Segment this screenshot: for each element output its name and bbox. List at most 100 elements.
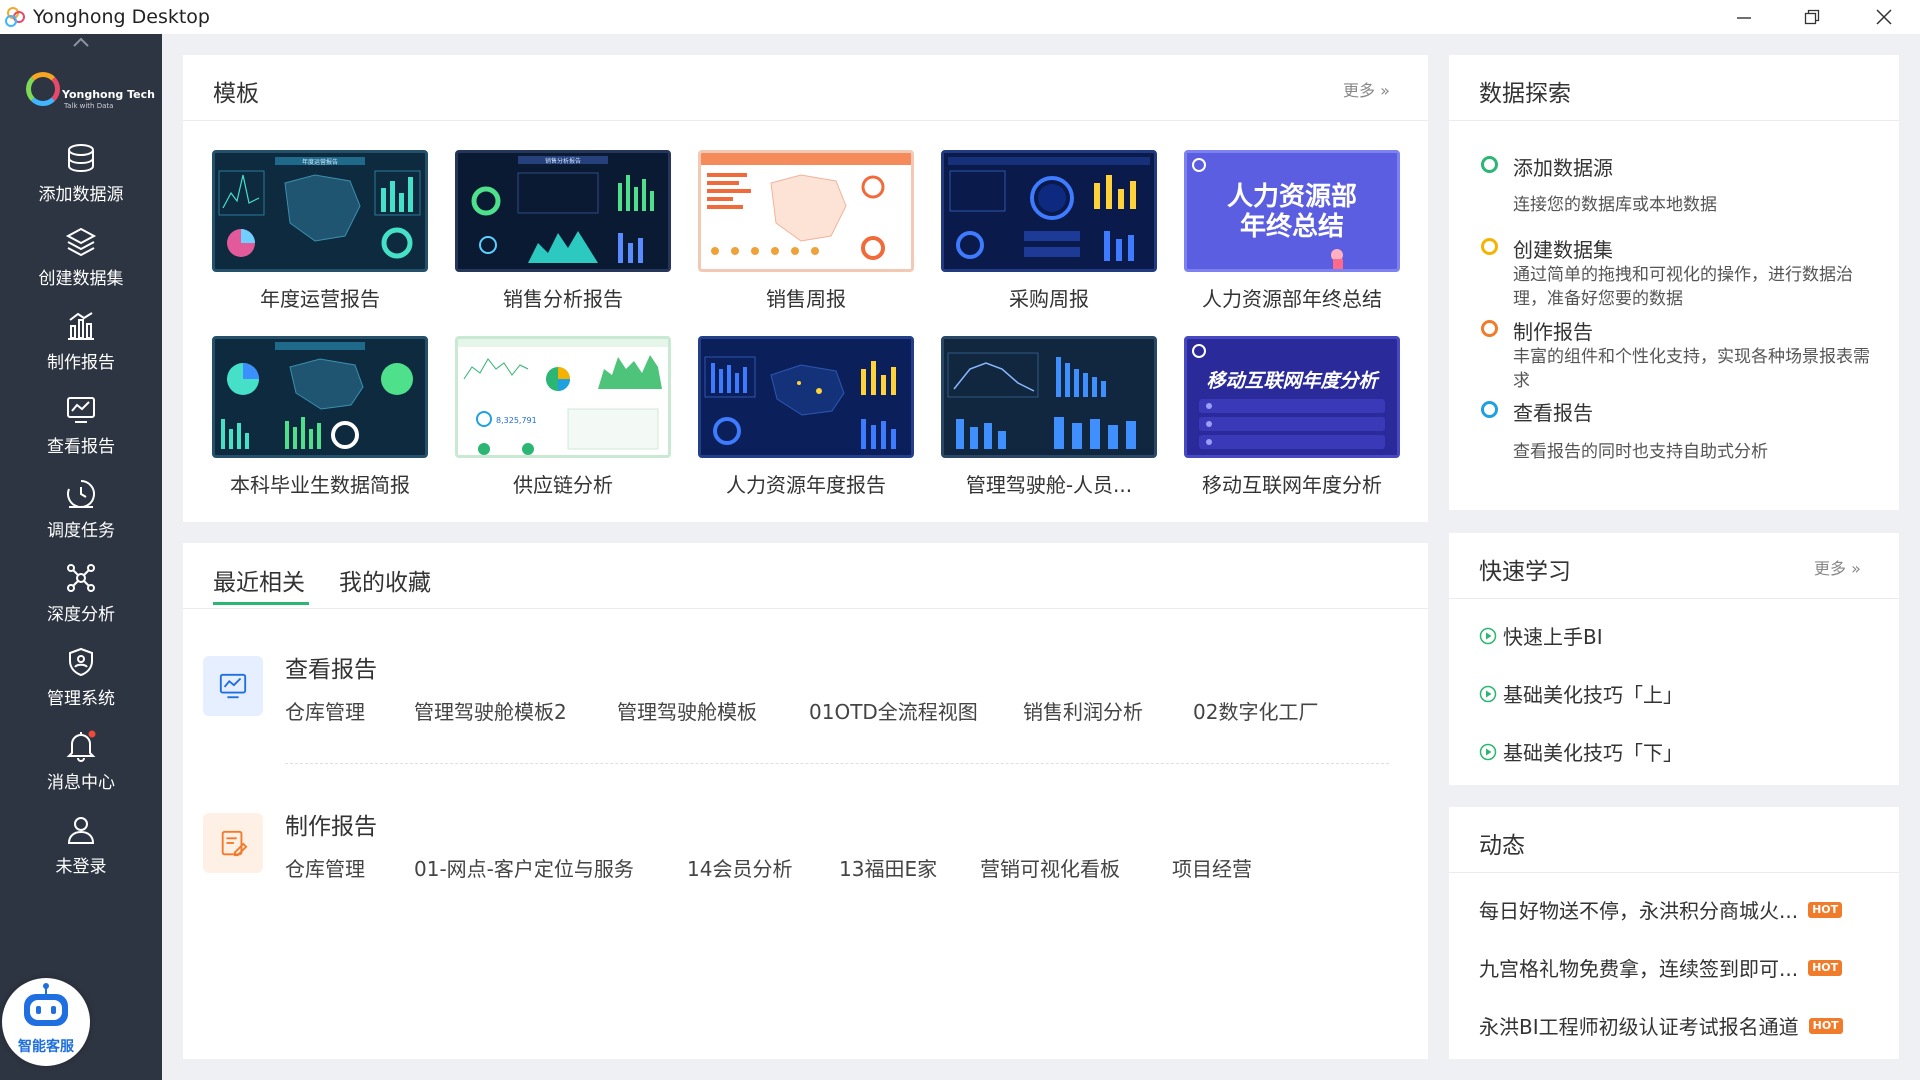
template-thumb-management-cockpit[interactable] bbox=[941, 336, 1157, 458]
sidebar-item-messages[interactable]: 消息中心 bbox=[0, 726, 162, 806]
recent-link[interactable]: 14会员分析 bbox=[687, 853, 792, 882]
template-thumb-weekly-sales[interactable] bbox=[698, 150, 914, 272]
sidebar-item-view-report[interactable]: 查看报告 bbox=[0, 390, 162, 470]
sidebar-item-login[interactable]: 未登录 bbox=[0, 810, 162, 890]
template-thumb-supply-chain[interactable]: 8,325,791 bbox=[455, 336, 671, 458]
sidebar-item-deep-analysis[interactable]: 深度分析 bbox=[0, 558, 162, 638]
sidebar-item-add-datasource[interactable]: 添加数据源 bbox=[0, 138, 162, 218]
learn-item-label: 基础美化技巧「上」 bbox=[1503, 683, 1683, 707]
learn-item[interactable]: 快速上手BI bbox=[1479, 621, 1603, 650]
template-thumb-sales-analysis[interactable]: 销售分析报告 bbox=[455, 150, 671, 272]
sidebar-item-label: 制作报告 bbox=[47, 353, 115, 373]
title-bar: Yonghong Desktop bbox=[0, 0, 1920, 34]
close-button[interactable] bbox=[1856, 0, 1912, 34]
thumb-title: 移动互联网年度分析 bbox=[1206, 370, 1380, 392]
tab-recent[interactable]: 最近相关 bbox=[213, 563, 305, 597]
template-thumb-weekly-purchase[interactable] bbox=[941, 150, 1157, 272]
template-thumb-hr-annual-summary[interactable]: 人力资源部 年终总结 bbox=[1184, 150, 1400, 272]
step-desc: 通过简单的拖拽和可视化的操作，进行数据治理，准备好您要的数据 bbox=[1513, 265, 1853, 309]
recent-link[interactable]: 01-网点-客户定位与服务 bbox=[414, 853, 634, 882]
dashboard-preview-icon bbox=[948, 157, 1150, 261]
recent-link[interactable]: 管理驾驶舱模板 bbox=[617, 696, 757, 725]
close-icon bbox=[1876, 9, 1892, 25]
template-label[interactable]: 本科毕业生数据简报 bbox=[200, 469, 440, 498]
dashboard-preview-icon: 8,325,791 bbox=[458, 339, 668, 455]
template-label[interactable]: 供应链分析 bbox=[443, 469, 683, 498]
sidebar-item-label: 管理系统 bbox=[47, 689, 115, 709]
recent-link[interactable]: 销售利润分析 bbox=[1023, 696, 1143, 725]
view-report-section-icon bbox=[203, 656, 263, 716]
step-title[interactable]: 查看报告 bbox=[1513, 397, 1593, 426]
monitor-chart-icon bbox=[67, 397, 95, 423]
templates-more-link[interactable]: 更多 » bbox=[1343, 77, 1390, 101]
section-title: 查看报告 bbox=[285, 657, 377, 683]
dashboard-preview-icon: 人力资源部 年终总结 bbox=[1192, 158, 1357, 269]
news-item[interactable]: 九宫格礼物免费拿，连续签到即可... HOT bbox=[1479, 953, 1843, 982]
sidebar-item-label: 调度任务 bbox=[47, 521, 115, 541]
dashboard-preview-icon: 移动互联网年度分析 bbox=[1192, 344, 1385, 449]
learn-item[interactable]: 基础美化技巧「下」 bbox=[1479, 737, 1683, 766]
template-label[interactable]: 销售分析报告 bbox=[443, 283, 683, 312]
step-title[interactable]: 添加数据源 bbox=[1513, 152, 1613, 181]
template-thumb-annual-ops[interactable]: 年度运营报告 bbox=[212, 150, 428, 272]
news-panel: 动态 每日好物送不停，永洪积分商城火... HOT 九宫格礼物免费拿，连续签到即… bbox=[1449, 807, 1899, 1059]
sidebar-item-schedule[interactable]: 调度任务 bbox=[0, 474, 162, 554]
recent-link[interactable]: 仓库管理 bbox=[285, 696, 365, 725]
learn-item[interactable]: 基础美化技巧「上」 bbox=[1479, 679, 1683, 708]
sidebar-item-make-report[interactable]: 制作报告 bbox=[0, 306, 162, 386]
news-item[interactable]: 永洪BI工程师初级认证考试报名通道 HOT bbox=[1479, 1011, 1843, 1040]
restore-button[interactable] bbox=[1784, 0, 1840, 34]
hot-badge: HOT bbox=[1808, 901, 1843, 918]
smart-assistant-button[interactable]: 智能客服 bbox=[2, 978, 90, 1066]
sidebar-item-label: 深度分析 bbox=[47, 605, 115, 625]
bar-chart-icon bbox=[68, 312, 94, 340]
chevron-up-icon[interactable] bbox=[72, 36, 90, 48]
learn-more-link[interactable]: 更多 » bbox=[1814, 555, 1861, 579]
template-label[interactable]: 采购周报 bbox=[929, 283, 1169, 312]
brand-logo: Yonghong Tech Talk with Data bbox=[26, 72, 155, 120]
learn-title: 快速学习 bbox=[1479, 559, 1571, 585]
recent-link[interactable]: 项目经营 bbox=[1172, 853, 1252, 882]
template-label[interactable]: 人力资源年度报告 bbox=[686, 469, 926, 498]
recent-link[interactable]: 02数字化工厂 bbox=[1193, 696, 1318, 725]
tab-favorites[interactable]: 我的收藏 bbox=[339, 563, 431, 597]
template-label[interactable]: 销售周报 bbox=[686, 283, 926, 312]
double-chevron-right-icon: » bbox=[1380, 81, 1390, 100]
news-item[interactable]: 每日好物送不停，永洪积分商城火... HOT bbox=[1479, 895, 1843, 924]
recent-link[interactable]: 营销可视化看板 bbox=[980, 853, 1120, 882]
quick-learn-panel: 快速学习 更多 » 快速上手BI 基础美化技巧「上」 基础美化技巧「下」 bbox=[1449, 533, 1899, 785]
brand-name: Yonghong Tech bbox=[62, 88, 155, 101]
template-thumb-hr-annual-report[interactable] bbox=[698, 336, 914, 458]
template-label[interactable]: 移动互联网年度分析 bbox=[1172, 469, 1412, 498]
explore-title: 数据探索 bbox=[1479, 81, 1571, 107]
recent-link[interactable]: 仓库管理 bbox=[285, 853, 365, 882]
recent-panel: 最近相关 我的收藏 查看报告 仓库管理 管理驾驶舱模板2 管理驾驶舱模板 01O… bbox=[183, 543, 1428, 1059]
recent-link[interactable]: 管理驾驶舱模板2 bbox=[414, 696, 567, 725]
brand-ring-icon bbox=[26, 72, 60, 106]
dashboard-preview-icon: 年度运营报告 bbox=[218, 157, 421, 259]
step-desc: 连接您的数据库或本地数据 bbox=[1513, 195, 1717, 215]
thumb-title: 人力资源部 bbox=[1227, 182, 1357, 212]
template-label[interactable]: 年度运营报告 bbox=[200, 283, 440, 312]
template-label[interactable]: 管理驾驶舱-人员... bbox=[929, 469, 1169, 498]
sidebar-item-create-dataset[interactable]: 创建数据集 bbox=[0, 222, 162, 302]
template-thumb-graduate-brief[interactable] bbox=[212, 336, 428, 458]
section-title: 制作报告 bbox=[285, 814, 377, 840]
monitor-chart-icon bbox=[219, 673, 247, 699]
step-title[interactable]: 制作报告 bbox=[1513, 316, 1593, 345]
bell-icon bbox=[66, 730, 96, 762]
recent-link[interactable]: 01OTD全流程视图 bbox=[809, 696, 978, 725]
learn-item-label: 基础美化技巧「下」 bbox=[1503, 741, 1683, 765]
active-tab-indicator bbox=[213, 602, 309, 605]
sidebar-item-admin[interactable]: 管理系统 bbox=[0, 642, 162, 722]
window-title: Yonghong Desktop bbox=[33, 6, 210, 28]
template-label[interactable]: 人力资源部年终总结 bbox=[1172, 283, 1412, 312]
minimize-button[interactable] bbox=[1716, 0, 1772, 34]
recent-link[interactable]: 13福田E家 bbox=[839, 853, 937, 882]
step-title[interactable]: 创建数据集 bbox=[1513, 234, 1613, 263]
double-chevron-right-icon: » bbox=[1851, 559, 1861, 578]
dashboard-preview-icon bbox=[701, 153, 911, 260]
template-thumb-mobile-internet[interactable]: 移动互联网年度分析 bbox=[1184, 336, 1400, 458]
network-icon bbox=[67, 564, 95, 592]
edit-document-icon bbox=[221, 830, 248, 857]
